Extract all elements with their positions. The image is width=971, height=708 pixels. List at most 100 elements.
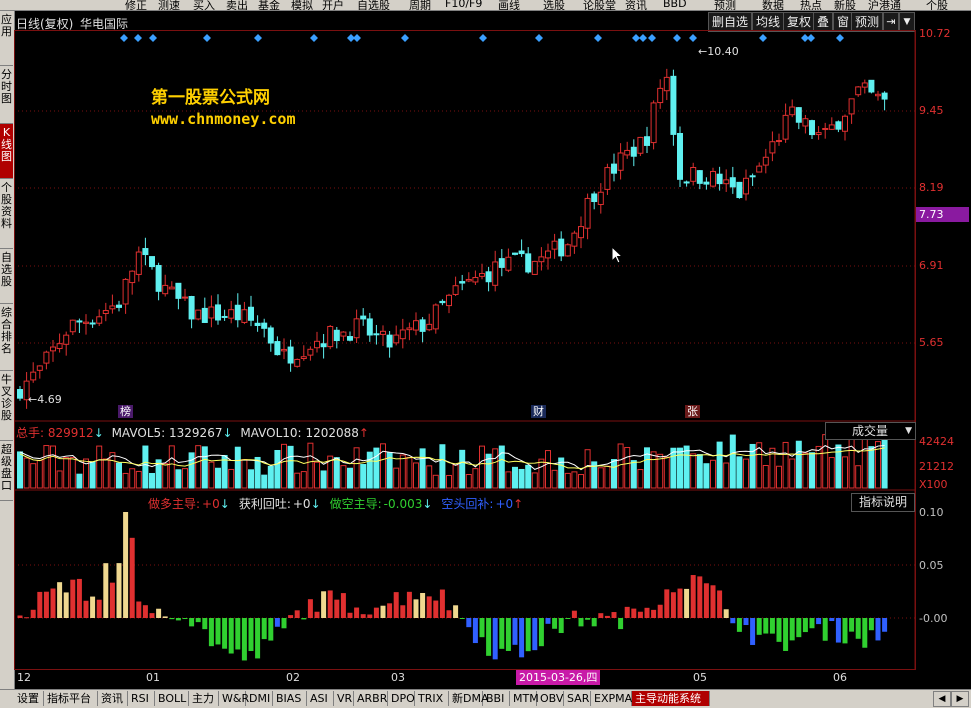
volume-bar [723,462,730,489]
header-button[interactable]: 窗 [833,12,854,32]
toolbar-item[interactable]: 周期 [409,0,431,10]
candle-body [432,304,439,330]
toolbar-item[interactable]: 预测 [714,0,736,10]
indicator-bar [703,583,709,618]
toolbar-item[interactable]: 沪港通 [868,0,901,10]
sidebar-tab[interactable]: 分时图 [0,66,13,124]
toolbar-item[interactable]: 修正 [125,0,147,10]
indicator-bar [43,591,49,618]
volume-bar [168,445,175,489]
exit-icon[interactable]: ⇥ [883,12,899,32]
toolbar-item[interactable]: 测速 [158,0,180,10]
bottom-tab[interactable]: MTM [510,691,539,706]
indicator-explain-button[interactable]: 指标说明 [851,493,915,512]
signal-diamond-icon [353,34,361,42]
volume-bar [267,465,274,489]
toolbar-item[interactable]: 买入 [193,0,215,10]
header-button[interactable]: 删自选 [708,12,753,32]
toolbar-item[interactable]: F10/F9 [445,0,482,10]
bottom-tab[interactable]: BOLL [155,691,189,706]
header-button[interactable]: 复权 [783,12,816,32]
bottom-tab[interactable]: SAR [564,691,591,706]
indicator-bar [373,607,379,618]
bottom-tab[interactable]: OBV [537,691,564,706]
toolbar-item[interactable]: 画线 [498,0,520,10]
toolbar-item[interactable]: 个股 [926,0,948,10]
toolbar-item[interactable]: 模拟 [291,0,313,10]
indicator-bar [334,599,340,618]
header-button[interactable]: 预测 [851,12,884,32]
bottom-tab[interactable]: ARBR [354,691,388,706]
bottom-tab[interactable]: RSI [128,691,155,706]
bottom-tab[interactable]: 主导动能系统 [632,691,710,706]
bottom-tab[interactable]: BBI [483,691,510,706]
toolbar-item[interactable]: 自选股 [357,0,390,10]
scroll-right-icon[interactable]: ▶ [951,691,969,707]
candle-body [36,365,43,371]
scroll-left-icon[interactable]: ◀ [933,691,951,707]
sidebar-tab[interactable]: 牛叉诊股 [0,371,13,441]
bottom-tab[interactable]: EXPMA [591,691,632,706]
candle-body [696,170,703,184]
toolbar-item[interactable]: 数据 [762,0,784,10]
candle-body [419,319,426,332]
bottom-tab[interactable]: 主力 [189,691,219,706]
toolbar-item[interactable]: 选股 [543,0,565,10]
sidebar-tab[interactable]: 个股资料 [0,179,13,249]
toolbar-item[interactable]: 基金 [258,0,280,10]
indicator-bar [274,618,280,627]
toolbar-item[interactable]: 新股 [834,0,856,10]
toolbar-item[interactable]: 卖出 [226,0,248,10]
marker-badge-rise[interactable]: 张 [685,405,700,418]
bottom-tab[interactable]: VR [334,691,354,706]
candle-body [254,322,261,326]
volume-bar [868,446,875,489]
toolbar-item[interactable]: BBD [663,0,687,10]
sidebar-tab[interactable]: 综合排名 [0,304,13,371]
marker-badge-rank[interactable]: 榜 [118,405,133,418]
candle-body [135,251,142,275]
indicator-bar [255,618,261,659]
indicator-legend-value: +0 [202,497,220,511]
marker-badge-finance[interactable]: 财 [531,405,546,418]
candle-body [756,165,763,173]
toolbar-item[interactable]: 热点 [800,0,822,10]
volume-bar [373,447,380,489]
indicator-bar [30,609,36,618]
candle-body [69,319,76,333]
header-button[interactable]: 均线 [752,12,785,32]
candle-body [30,371,37,381]
candle-body [663,76,670,92]
bottom-tab[interactable]: ASI [307,691,334,706]
candle-body [102,310,109,315]
volume-bar [776,465,782,489]
bottom-tab[interactable]: 设置 [14,691,44,706]
bottom-tab[interactable]: 资讯 [98,691,128,706]
sidebar-tab[interactable]: 自选股 [0,249,13,304]
sidebar-tab[interactable]: 应用 [0,11,13,66]
candle-body [776,140,782,143]
toolbar-item[interactable]: 资讯 [625,0,647,10]
header-button[interactable]: 叠 [813,12,834,32]
indicator-bar [519,618,525,658]
bottom-tab[interactable]: 新DMA [449,691,489,706]
volume-bar [406,456,413,489]
bottom-tab[interactable]: 指标平台 [44,691,98,706]
toolbar-item[interactable]: 开户 [322,0,344,10]
indicator-bar [393,592,399,618]
volume-indicator-select[interactable]: 成交量 ▼ [825,422,916,440]
candle-body [142,248,149,256]
bottom-tab[interactable]: W&R [219,691,249,706]
indicator-legend-label: 做空主导: [329,497,382,511]
bottom-tab[interactable]: DMI [246,691,273,706]
indicator-bar [17,615,23,618]
sidebar-tab[interactable]: K线图 [0,124,13,179]
menu-dropdown-icon[interactable]: ▼ [899,12,915,32]
volume-bar [419,448,426,489]
bottom-tab[interactable]: BIAS [273,691,307,706]
kline-chart[interactable] [14,30,916,670]
bottom-tab[interactable]: TRIX [415,691,449,706]
toolbar-item[interactable]: 论股堂 [583,0,616,10]
sidebar-tab[interactable]: 超级盘口 [0,441,13,501]
bottom-tab[interactable]: DPO [388,691,415,706]
